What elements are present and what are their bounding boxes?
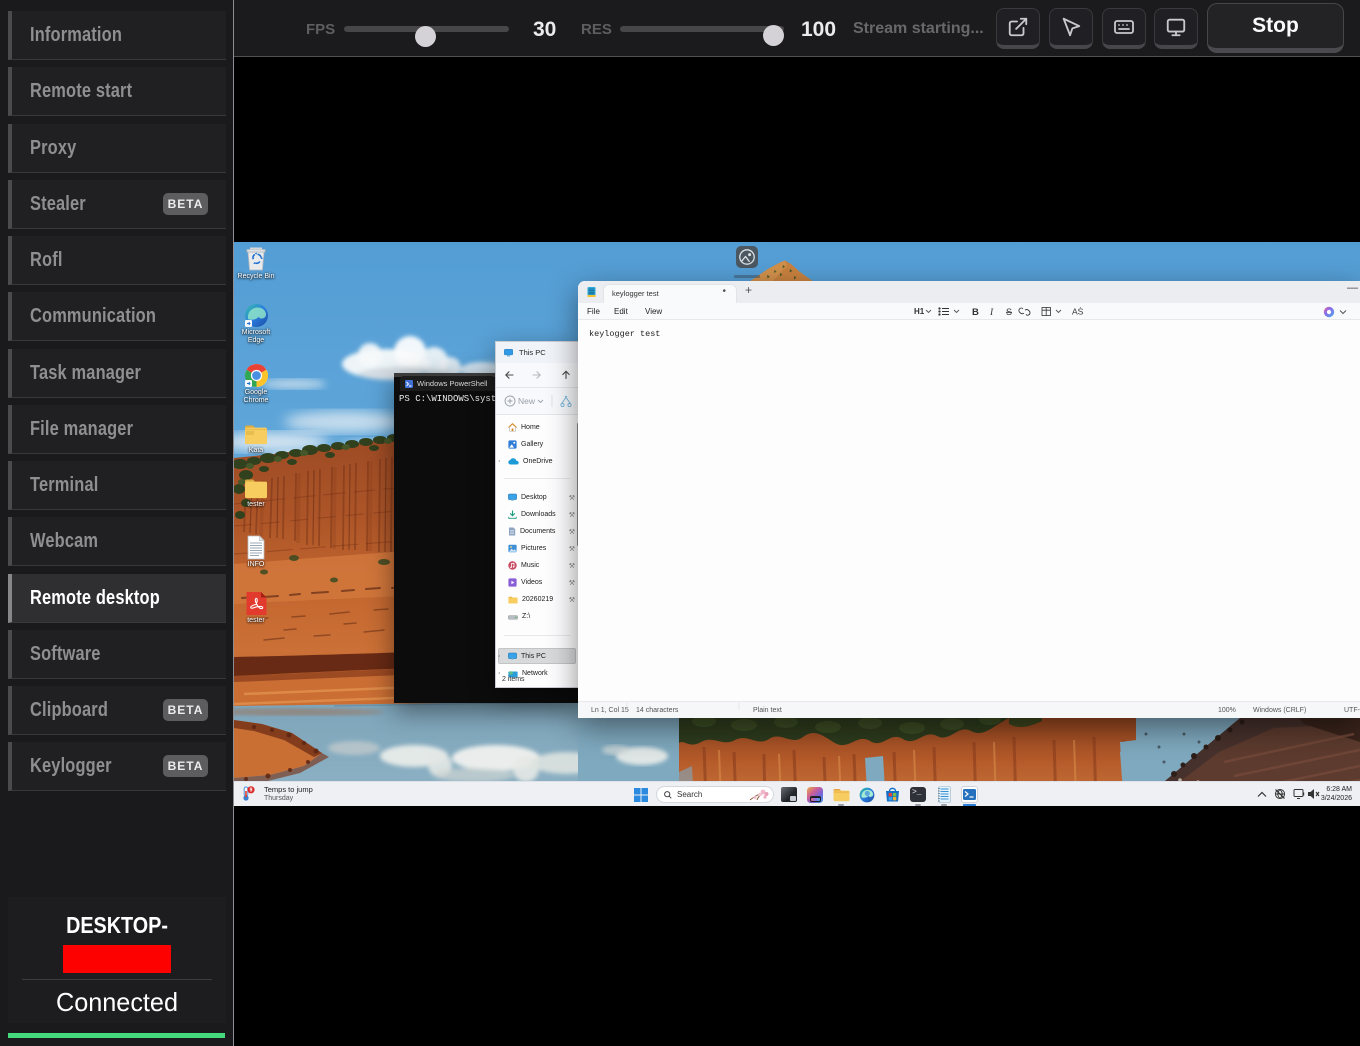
- svg-text:B: B: [972, 307, 979, 318]
- svg-text:AṠ: AṠ: [1072, 307, 1084, 317]
- svg-text:9: 9: [250, 788, 253, 794]
- svg-text:S: S: [1006, 307, 1012, 317]
- svg-text:New: New: [518, 396, 536, 406]
- svg-text:H1: H1: [914, 307, 925, 316]
- svg-text:I: I: [989, 308, 994, 318]
